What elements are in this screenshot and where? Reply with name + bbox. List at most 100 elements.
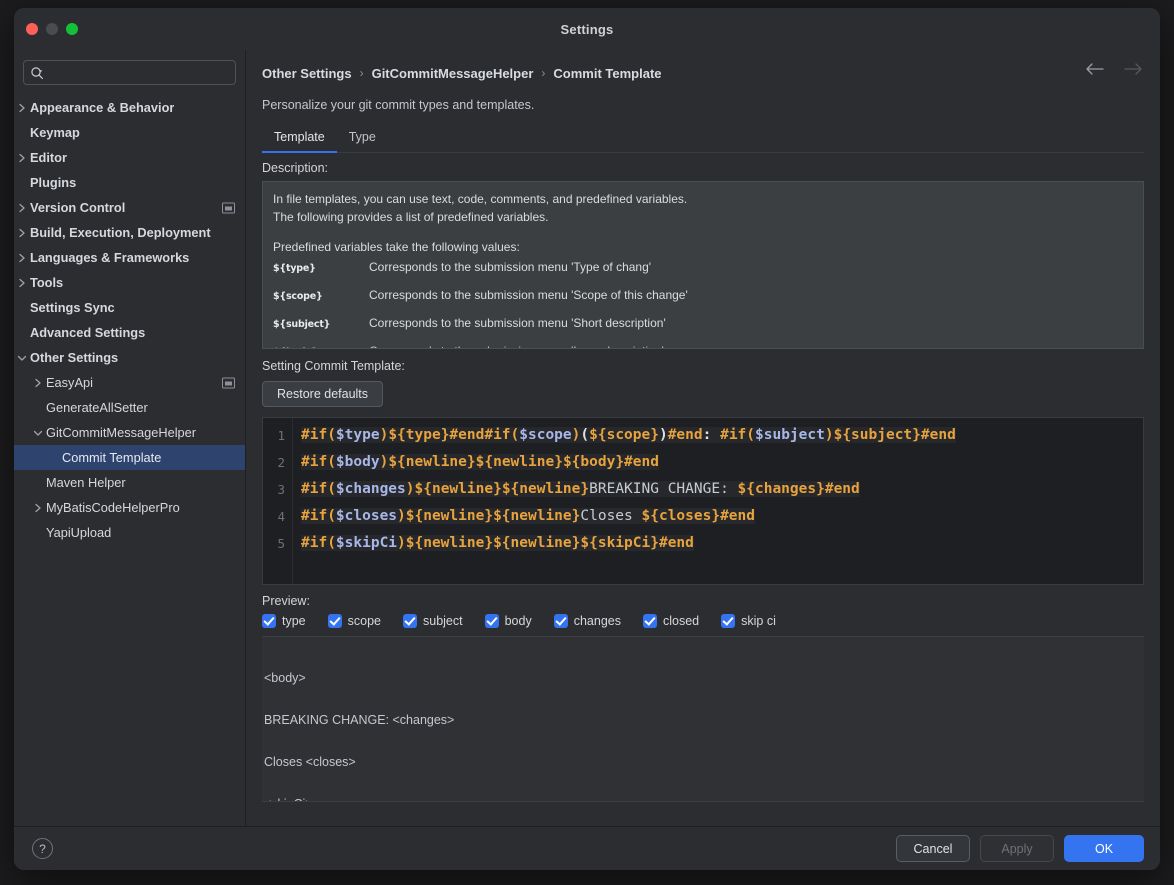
chevron-right-icon[interactable] — [14, 278, 30, 288]
code-token: ${scope} — [589, 427, 659, 443]
variable-description: Corresponds to the submission menu 'Long… — [369, 344, 664, 348]
sidebar-item-build-execution-deployment[interactable]: Build, Execution, Deployment — [14, 220, 245, 245]
settings-main-pane: Other Settings › GitCommitMessageHelper › Co… — [246, 50, 1160, 828]
chevron-right-icon[interactable] — [30, 378, 46, 388]
window-body: Appearance & Behavior Keymap Editor Plugins… — [14, 50, 1160, 828]
restore-defaults-button[interactable]: Restore defaults — [262, 381, 384, 407]
search-input[interactable] — [48, 65, 229, 80]
checkbox-checked-icon[interactable] — [721, 614, 736, 628]
sidebar-item-easyapi[interactable]: EasyApi — [14, 370, 245, 395]
apply-button[interactable]: Apply — [980, 835, 1054, 862]
chevron-down-icon[interactable] — [30, 429, 46, 437]
code-line[interactable]: #if($changes)${newline}${newline}BREAKIN… — [301, 476, 1143, 503]
code-token: #end — [449, 427, 485, 443]
tab-template[interactable]: Template — [262, 126, 337, 153]
minimize-button-icon[interactable] — [46, 23, 58, 35]
sidebar-item-plugins[interactable]: Plugins — [14, 170, 245, 195]
zoom-button-icon[interactable] — [66, 23, 78, 35]
code-token: #if( — [301, 481, 336, 497]
close-button-icon[interactable] — [26, 23, 38, 35]
code-token: $scope — [519, 427, 572, 443]
code-line[interactable]: #if($body)${newline}${newline}${body}#en… — [301, 449, 1143, 476]
preview-checkbox-skip-ci[interactable]: skip ci — [721, 614, 776, 628]
dialog-footer: ? Cancel Apply OK — [14, 826, 1160, 870]
sidebar-item-mybatiscodehelperpro[interactable]: MyBatisCodeHelperPro — [14, 495, 245, 520]
code-line[interactable]: #if($type)${type}#end#if($scope)(${scope… — [301, 422, 1143, 449]
commit-template-editor[interactable]: 12345 #if($type)${type}#end#if($scope)($… — [262, 417, 1144, 585]
checkbox-checked-icon[interactable] — [642, 614, 657, 628]
chevron-right-icon[interactable] — [14, 253, 30, 263]
code-token: $type — [335, 427, 380, 443]
forward-arrow-icon[interactable] — [1122, 62, 1144, 76]
checkbox-checked-icon[interactable] — [403, 614, 417, 628]
checkbox-checked-icon[interactable] — [484, 614, 499, 628]
chevron-right-icon[interactable] — [30, 503, 46, 513]
chevron-right-icon[interactable] — [14, 103, 30, 113]
tab-type[interactable]: Type — [337, 126, 388, 153]
sidebar-item-version-control[interactable]: Version Control — [14, 195, 245, 220]
breadcrumb: Other Settings › GitCommitMessageHelper › Co… — [262, 50, 1144, 96]
breadcrumb-item[interactable]: Other Settings — [262, 66, 352, 81]
code-token: ) — [405, 481, 415, 497]
code-token: ) — [397, 535, 406, 551]
sidebar-item-keymap[interactable]: Keymap — [14, 120, 245, 145]
variable-description: Corresponds to the submission menu 'Type… — [369, 260, 652, 274]
help-button[interactable]: ? — [32, 838, 53, 859]
search-box[interactable] — [23, 60, 236, 85]
setting-commit-template-label: Setting Commit Template: — [262, 359, 405, 373]
sidebar-item-label: Other Settings — [30, 350, 119, 365]
chevron-right-icon[interactable] — [14, 203, 30, 213]
preview-checkbox-body[interactable]: body — [484, 614, 532, 628]
sidebar-item-settings-sync[interactable]: Settings Sync — [14, 295, 245, 320]
preview-checkbox-subject[interactable]: subject — [403, 614, 463, 628]
sidebar-item-appearance-behavior[interactable]: Appearance & Behavior — [14, 95, 245, 120]
preview-line: Closes <closes> — [264, 755, 356, 769]
ok-button[interactable]: OK — [1064, 835, 1144, 862]
editor-code-area[interactable]: #if($type)${type}#end#if($scope)(${scope… — [293, 418, 1143, 584]
code-line[interactable]: #if($skipCi)${newline}${newline}${skipCi… — [301, 530, 1143, 557]
checkbox-label: body — [504, 614, 532, 628]
sidebar-item-languages-frameworks[interactable]: Languages & Frameworks — [14, 245, 245, 270]
cancel-button[interactable]: Cancel — [896, 835, 970, 862]
checkbox-checked-icon[interactable] — [262, 614, 276, 628]
code-token: $body — [335, 454, 380, 470]
sidebar-item-label: Build, Execution, Deployment — [30, 225, 211, 240]
preview-line — [264, 689, 1138, 710]
sidebar-item-tools[interactable]: Tools — [14, 270, 245, 295]
settings-tree: Appearance & Behavior Keymap Editor Plugins… — [14, 91, 245, 545]
checkbox-label: closed — [662, 614, 700, 628]
chevron-down-icon[interactable] — [14, 354, 30, 362]
description-line: In file templates, you can use text, cod… — [273, 192, 688, 206]
preview-checkbox-closed[interactable]: closed — [642, 614, 700, 628]
preview-line: <skipCi> — [264, 794, 1138, 801]
breadcrumb-item[interactable]: Commit Template — [553, 66, 661, 81]
checkbox-checked-icon[interactable] — [327, 614, 342, 628]
sidebar-item-maven-helper[interactable]: Maven Helper — [14, 470, 245, 495]
back-arrow-icon[interactable] — [1084, 62, 1106, 76]
sidebar-item-generateallsetter[interactable]: GenerateAllSetter — [14, 395, 245, 420]
sidebar-item-gitcommitmessagehelper[interactable]: GitCommitMessageHelper — [14, 420, 245, 445]
sidebar-item-advanced-settings[interactable]: Advanced Settings — [14, 320, 245, 345]
sidebar-item-commit-template[interactable]: Commit Template — [14, 445, 245, 470]
sidebar-item-label: MyBatisCodeHelperPro — [46, 500, 180, 515]
preview-checkbox-changes[interactable]: changes — [553, 614, 621, 628]
code-token: ) — [824, 427, 834, 443]
line-number: 3 — [277, 482, 285, 497]
sidebar-item-editor[interactable]: Editor — [14, 145, 245, 170]
sidebar-item-yapiupload[interactable]: YapiUpload — [14, 520, 245, 545]
checkbox-label: scope — [347, 614, 381, 628]
sidebar-item-other-settings[interactable]: Other Settings — [14, 345, 245, 370]
sidebar-item-label: YapiUpload — [46, 525, 112, 540]
chevron-right-icon[interactable] — [14, 228, 30, 238]
preview-checkbox-scope[interactable]: scope — [327, 614, 381, 628]
code-token: ${newline} — [501, 481, 590, 497]
code-token: Closes — [580, 508, 642, 524]
breadcrumb-item[interactable]: GitCommitMessageHelper — [372, 66, 534, 81]
checkbox-checked-icon[interactable] — [553, 614, 568, 628]
code-line[interactable]: #if($closes)${newline}${newline}Closes $… — [301, 503, 1143, 530]
code-token: ${newline} — [493, 535, 581, 551]
code-token: #end — [624, 454, 659, 470]
sidebar-item-label: Tools — [30, 275, 64, 290]
chevron-right-icon[interactable] — [14, 153, 30, 163]
preview-checkbox-type[interactable]: type — [262, 614, 306, 628]
